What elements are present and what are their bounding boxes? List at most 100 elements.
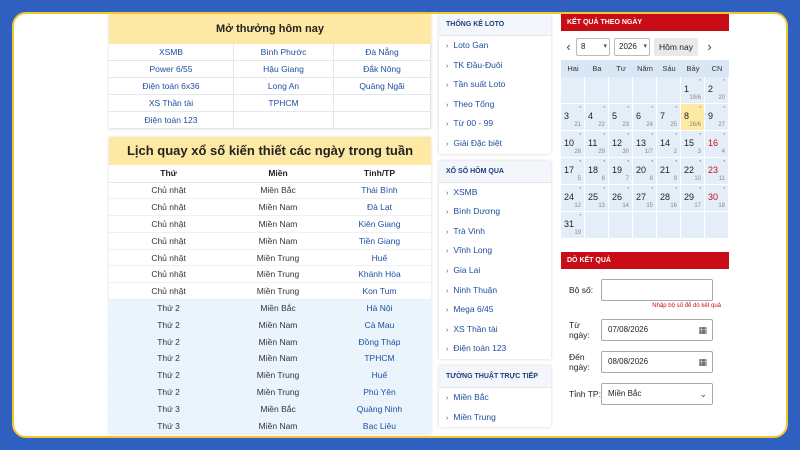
schedule-province-link[interactable]: Khánh Hòa [327,265,431,284]
calendar-day[interactable]: ’ 30 18 [705,185,729,212]
calendar-day[interactable]: ’ 9 27 [705,104,729,131]
calendar-day[interactable]: ’ 10 28 [561,131,585,158]
schedule-day-cell: Thứ 2 [109,299,229,317]
calendar-day[interactable]: ’ 26 14 [609,185,633,212]
menu-item[interactable]: › Vĩnh Long [439,241,551,261]
menu-item[interactable]: › Từ 00 - 99 [439,114,551,134]
calendar-day[interactable]: ’ 23 11 [705,158,729,185]
schedule-province-link[interactable]: Tiền Giang [327,232,431,250]
schedule-province-link[interactable]: Quảng Ninh [327,400,431,418]
schedule-province-link[interactable]: Phú Yên [327,383,431,401]
province-select[interactable]: Miền Bắc ⌄ [601,383,713,405]
menu-item[interactable]: › Bình Dương [439,202,551,222]
schedule-header-province: Tỉnh/TP [327,165,431,183]
schedule-province-link[interactable]: Huế [327,366,431,385]
schedule-region-cell: Miền Nam [228,316,328,334]
schedule-province-link[interactable]: TPHCM [327,349,431,368]
calendar-day[interactable]: ’ 13 1/7 [633,131,657,158]
menu-item[interactable]: › TK Đầu-Đuôi [439,56,551,76]
today-draw-link[interactable]: Bình Phước [234,44,334,61]
menu-item[interactable]: › Trà Vinh [439,222,551,242]
menu-item[interactable]: › Giải Đặc biệt [439,134,551,154]
menu-item[interactable]: › Theo Tổng [439,95,551,115]
menu-item-label: Giải Đặc biệt [453,137,503,148]
menu-item[interactable]: › Tần suất Loto [439,75,551,95]
calendar-day[interactable]: ’ 2 20 [705,77,729,104]
calendar-day[interactable]: ’ 1 19/6 [681,77,705,104]
today-button[interactable]: Hôm nay [654,37,699,56]
calendar-day[interactable]: ’ 6 24 [633,104,657,131]
calendar-icon[interactable]: ▦ [698,352,707,372]
calendar-day[interactable]: ’ 17 5 [561,158,585,185]
calendar-day[interactable]: ’ 12 30 [609,131,633,158]
calendar-day[interactable]: ’ 19 7 [609,158,633,185]
calendar-day[interactable]: ’ 28 16 [657,185,681,212]
calendar-day[interactable]: ’ 7 25 [657,104,681,131]
calendar-day[interactable]: ’ 24 12 [561,185,585,212]
result-tick-icon: ’ [723,105,725,114]
schedule-province-link[interactable]: Bạc Liêu [327,417,431,435]
calendar-day[interactable]: ’ 4 22 [585,104,609,131]
schedule-province-link[interactable]: Đồng Tháp [327,333,431,351]
menu-item[interactable]: › XSMB [439,183,551,203]
month-select[interactable]: 8 ▾ [576,37,610,56]
menu-item[interactable]: › Điện toán 123 [439,339,551,359]
calendar-day[interactable]: ’ 11 29 [585,131,609,158]
calendar-icon[interactable]: ▦ [698,320,707,340]
schedule-province-link[interactable]: Cà Mau [327,316,431,334]
today-draw-link[interactable]: Điện toán 123 [109,112,234,129]
from-date-input[interactable]: 07/08/2026 ▦ [601,319,713,341]
menu-item[interactable]: › Mega 6/45 [439,300,551,320]
calendar-day[interactable]: ’ 14 2 [657,131,681,158]
calendar-weekday: Hai [561,60,585,77]
year-select[interactable]: 2026 ▾ [614,37,650,56]
calendar-day[interactable]: ’ 29 17 [681,185,705,212]
schedule-province-link[interactable]: Hà Nội [327,299,431,317]
calendar-day[interactable]: ’ 31 19 [561,212,585,239]
schedule-province-link[interactable]: Thái Bình [327,182,431,200]
ticket-input[interactable] [601,279,713,301]
calendar-day[interactable]: ’ 18 6 [585,158,609,185]
menu-item[interactable]: › Gia Lai [439,261,551,281]
calendar-day[interactable]: ’ 5 23 [609,104,633,131]
calendar-day[interactable]: ’ 3 21 [561,104,585,131]
today-draw-link[interactable]: XSMB [109,44,234,61]
calendar-lunar-date: 7 [625,176,629,182]
calendar-lunar-date: 21 [574,122,581,128]
calendar-day[interactable]: ’ 21 9 [657,158,681,185]
today-draw-link[interactable]: Power 6/55 [109,61,234,78]
today-draw-link[interactable]: Đắk Nông [334,61,431,78]
schedule-province-link[interactable]: Kiên Giang [327,215,431,233]
calendar-day[interactable]: ’ 22 10 [681,158,705,185]
calendar-day[interactable]: ’ 15 3 [681,131,705,158]
calendar-day[interactable]: ’ 16 4 [705,131,729,158]
to-date-input[interactable]: 08/08/2026 ▦ [601,351,713,373]
calendar-day-number: 28 [660,192,671,202]
today-draw-link[interactable]: Quảng Ngãi [334,78,431,95]
prev-month-icon[interactable]: ‹ [561,39,576,54]
calendar-day-number: 13 [636,138,647,148]
today-draw-link[interactable]: XS Thần tài [109,95,234,112]
today-draw-link[interactable]: TPHCM [234,95,334,112]
today-draw-link[interactable]: Điện toán 6x36 [109,78,234,95]
next-month-icon[interactable]: › [702,39,717,54]
menu-item[interactable]: › Ninh Thuận [439,281,551,301]
today-draw-link[interactable]: Long An [234,78,334,95]
menu-item[interactable]: › Loto Gan [439,36,551,56]
calendar-day[interactable]: ’ 25 13 [585,185,609,212]
calendar-day[interactable]: ’ 20 8 [633,158,657,185]
calendar-day[interactable]: ’ 27 15 [633,185,657,212]
schedule-province-link[interactable]: Đà Lạt [327,198,431,217]
table-row: Chủ nhật Miền Nam Tiền Giang [109,232,431,250]
calendar-lunar-date: 18 [718,203,725,209]
calendar-day[interactable]: ’ 8 26/6 [681,104,705,131]
menu-item[interactable]: › XS Thần tài [439,320,551,340]
menu-item[interactable]: › Miền Bắc [439,388,551,408]
table-row: Chủ nhật Miền Trung Huế [109,249,431,267]
menu-item[interactable]: › Miền Trung [439,408,551,428]
today-draw-link[interactable]: Hậu Giang [234,61,334,78]
schedule-province-link[interactable]: Kon Tum [327,282,431,301]
today-draw-link[interactable]: Đà Nẵng [334,44,431,61]
result-tick-icon: ’ [651,186,653,195]
schedule-province-link[interactable]: Huế [327,249,431,267]
